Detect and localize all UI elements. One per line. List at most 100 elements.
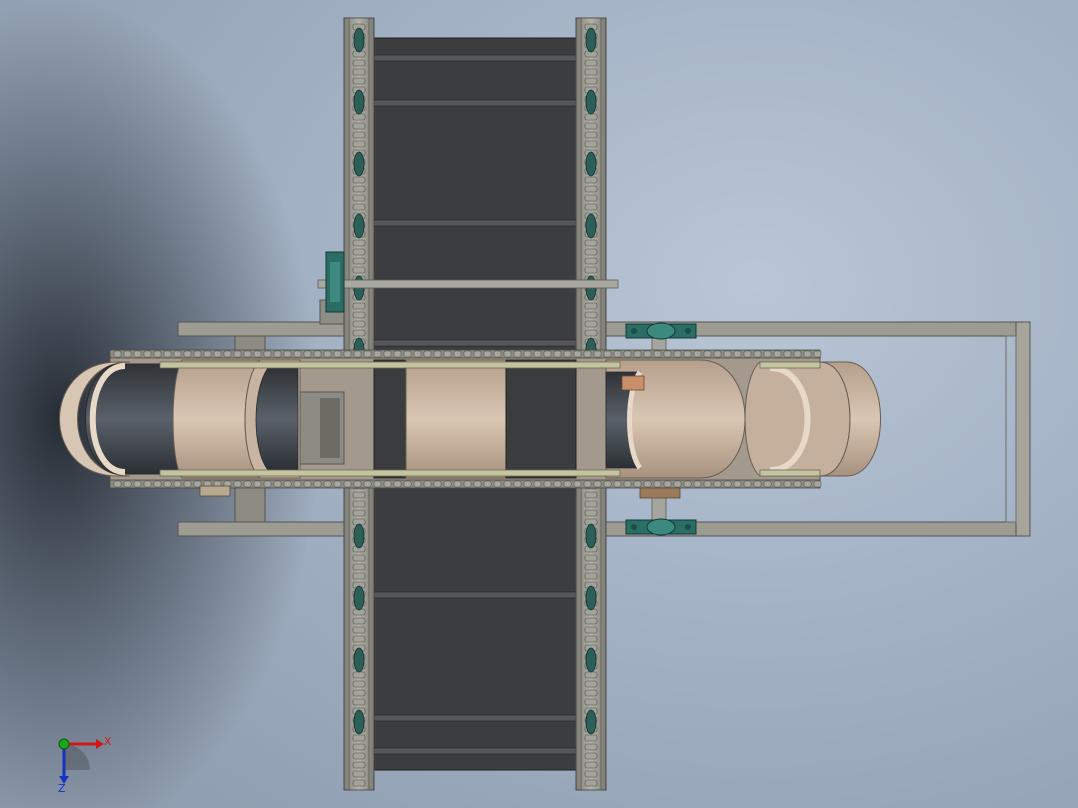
chain-link [533,350,542,358]
chain-link [613,480,622,488]
chain-link [223,350,232,358]
chain-link [273,350,282,358]
chain-link [633,480,642,488]
chain-link [713,350,722,358]
chain-roller [585,523,597,549]
chain-link [273,480,282,488]
coordinate-triad: X Z [58,735,112,795]
chain-link [803,350,812,358]
chain-roller [353,523,365,549]
chain-link [584,185,598,193]
chain-link [584,761,598,769]
chain-link [623,350,632,358]
chain-link [352,248,366,256]
chain-link [584,131,598,139]
chain-link [352,698,366,706]
chain-link [423,350,432,358]
chain-link [352,743,366,751]
chain-link [563,350,572,358]
chain-link [553,350,562,358]
chain-link [323,480,332,488]
chain-link [352,572,366,580]
chain-link [343,350,352,358]
chain-link [584,689,598,697]
chain-link [143,350,152,358]
chain-link [723,350,732,358]
belt-slat [373,219,577,227]
chain-link [703,350,712,358]
chain-link [383,480,392,488]
chain-roller [353,151,365,177]
chain-link [293,350,302,358]
chain-link [763,480,772,488]
chain-link [763,350,772,358]
chain-link [413,480,422,488]
chain-roller [585,647,597,673]
chain-link [773,350,782,358]
chain-link [352,176,366,184]
chain-link [633,350,642,358]
chain-roller [585,709,597,735]
chain-link [423,480,432,488]
chain-link [584,248,598,256]
chain-link [413,350,422,358]
chain-link [584,113,598,121]
chain-link [584,203,598,211]
chain-link [584,635,598,643]
chain-link [133,480,142,488]
chain-link [113,480,122,488]
chain-link [352,113,366,121]
chain-link [584,563,598,571]
conveyor-assembly-model[interactable]: X Z [0,0,1078,808]
chain-roller [585,27,597,53]
chain-link [584,509,598,517]
chain-link [263,350,272,358]
chain-link [183,480,192,488]
chain-link [123,480,132,488]
chain-link [143,480,152,488]
chain-link [783,350,792,358]
chain-link [363,480,372,488]
chain-link [352,752,366,760]
cad-viewport[interactable]: X Z [0,0,1078,808]
chain-link [352,77,366,85]
chain-link [352,509,366,517]
chain-link [673,350,682,358]
chain-link [213,350,222,358]
chain-link [433,350,442,358]
chain-link [613,350,622,358]
chain-link [663,350,672,358]
chain-link [283,480,292,488]
x-axis-label: X [104,735,112,748]
chain-link [193,350,202,358]
chain-link [584,257,598,265]
belt-slat [373,339,577,347]
chain-link [352,266,366,274]
chain-link [643,480,652,488]
chain-link [153,350,162,358]
chain-link [683,480,692,488]
chain-link [283,350,292,358]
chain-link [383,350,392,358]
chain-link [473,350,482,358]
chain-link [584,140,598,148]
chain-roller [353,647,365,673]
chain-link [793,350,802,358]
chain-link [503,350,512,358]
chain-link [543,350,552,358]
chain-link [584,752,598,760]
chain-link [443,480,452,488]
chain-link [353,350,362,358]
chain-link [173,350,182,358]
chain-link [352,320,366,328]
chain-link [352,680,366,688]
chain-link [363,350,372,358]
chain-link [403,350,412,358]
chain-link [352,329,366,337]
chain-link [352,491,366,499]
chain-link [533,480,542,488]
chain-link [584,698,598,706]
chain-link [393,350,402,358]
chain-link [373,480,382,488]
chain-link [313,480,322,488]
